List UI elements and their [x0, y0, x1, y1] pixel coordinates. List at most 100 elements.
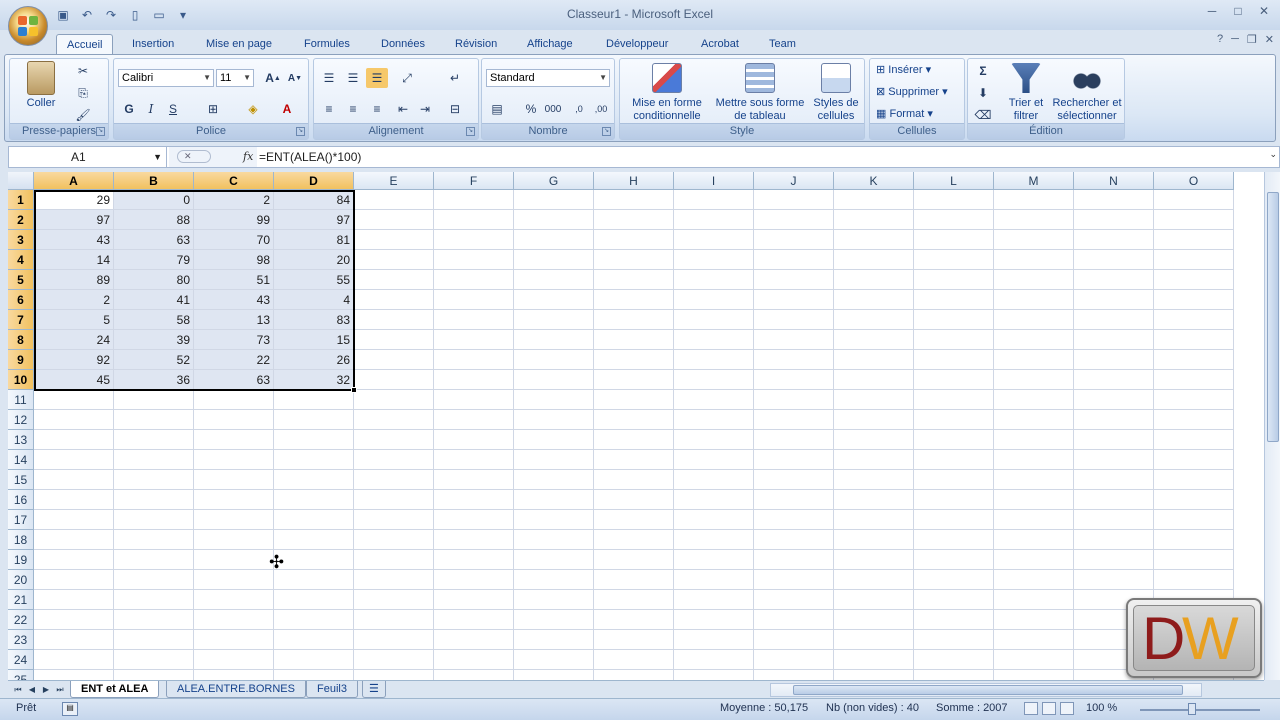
column-header[interactable]: C	[194, 172, 274, 190]
cell-F1[interactable]	[434, 190, 514, 210]
zoom-level[interactable]: 100 %	[1086, 702, 1117, 714]
cell-F23[interactable]	[434, 630, 514, 650]
cell-D3[interactable]: 81	[274, 230, 354, 250]
cell-H20[interactable]	[594, 570, 674, 590]
cell-F13[interactable]	[434, 430, 514, 450]
increase-decimal-icon[interactable]: ,0	[568, 99, 590, 119]
cell-I16[interactable]	[674, 490, 754, 510]
cell-E5[interactable]	[354, 270, 434, 290]
cell-E22[interactable]	[354, 610, 434, 630]
cell-F17[interactable]	[434, 510, 514, 530]
cell-J17[interactable]	[754, 510, 834, 530]
cell-I10[interactable]	[674, 370, 754, 390]
cell-L20[interactable]	[914, 570, 994, 590]
cell-E11[interactable]	[354, 390, 434, 410]
borders-icon[interactable]: ⊞	[202, 99, 224, 119]
cell-G5[interactable]	[514, 270, 594, 290]
column-header[interactable]: M	[994, 172, 1074, 190]
cell-D22[interactable]	[274, 610, 354, 630]
cell-G15[interactable]	[514, 470, 594, 490]
cell-K8[interactable]	[834, 330, 914, 350]
row-header[interactable]: 16	[8, 490, 34, 510]
cell-K17[interactable]	[834, 510, 914, 530]
cell-J4[interactable]	[754, 250, 834, 270]
cell-M23[interactable]	[994, 630, 1074, 650]
cell-H10[interactable]	[594, 370, 674, 390]
cell-M16[interactable]	[994, 490, 1074, 510]
cell-G8[interactable]	[514, 330, 594, 350]
cell-M19[interactable]	[994, 550, 1074, 570]
cell-M12[interactable]	[994, 410, 1074, 430]
cell-B12[interactable]	[114, 410, 194, 430]
column-header[interactable]: N	[1074, 172, 1154, 190]
cell-I15[interactable]	[674, 470, 754, 490]
cell-O9[interactable]	[1154, 350, 1234, 370]
cell-B6[interactable]: 41	[114, 290, 194, 310]
cell-F2[interactable]	[434, 210, 514, 230]
align-left-icon[interactable]: ≡	[318, 99, 340, 119]
row-header[interactable]: 7	[8, 310, 34, 330]
cell-C17[interactable]	[194, 510, 274, 530]
cell-L9[interactable]	[914, 350, 994, 370]
cell-E14[interactable]	[354, 450, 434, 470]
cell-L23[interactable]	[914, 630, 994, 650]
cell-F24[interactable]	[434, 650, 514, 670]
cell-D7[interactable]: 83	[274, 310, 354, 330]
cell-F15[interactable]	[434, 470, 514, 490]
cell-J9[interactable]	[754, 350, 834, 370]
cell-H25[interactable]	[594, 670, 674, 680]
cell-N14[interactable]	[1074, 450, 1154, 470]
cell-A9[interactable]: 92	[34, 350, 114, 370]
orientation-icon[interactable]: ⤢	[396, 68, 418, 88]
cell-M24[interactable]	[994, 650, 1074, 670]
cell-N11[interactable]	[1074, 390, 1154, 410]
cell-N3[interactable]	[1074, 230, 1154, 250]
cell-K11[interactable]	[834, 390, 914, 410]
cell-L22[interactable]	[914, 610, 994, 630]
autosum-icon[interactable]: Σ	[972, 61, 994, 81]
paste-button[interactable]: Coller	[18, 61, 64, 110]
cell-O2[interactable]	[1154, 210, 1234, 230]
font-color-icon[interactable]: A	[276, 99, 298, 119]
cell-G4[interactable]	[514, 250, 594, 270]
column-header[interactable]: I	[674, 172, 754, 190]
cell-G10[interactable]	[514, 370, 594, 390]
cell-A14[interactable]	[34, 450, 114, 470]
cell-D11[interactable]	[274, 390, 354, 410]
cell-A21[interactable]	[34, 590, 114, 610]
font-size-combo[interactable]: 11 ▼	[216, 69, 254, 87]
grow-font-icon[interactable]: A ▲	[262, 68, 284, 88]
dialog-launcher-icon[interactable]: ↘	[466, 127, 475, 136]
cell-B10[interactable]: 36	[114, 370, 194, 390]
cell-J3[interactable]	[754, 230, 834, 250]
cell-A7[interactable]: 5	[34, 310, 114, 330]
cell-D12[interactable]	[274, 410, 354, 430]
tab-developpeur[interactable]: Développeur	[596, 34, 678, 54]
cell-M11[interactable]	[994, 390, 1074, 410]
cell-O17[interactable]	[1154, 510, 1234, 530]
cell-I1[interactable]	[674, 190, 754, 210]
cell-D23[interactable]	[274, 630, 354, 650]
cell-M21[interactable]	[994, 590, 1074, 610]
align-right-icon[interactable]: ≡	[366, 99, 388, 119]
tab-acrobat[interactable]: Acrobat	[691, 34, 749, 54]
cell-E10[interactable]	[354, 370, 434, 390]
cell-A1[interactable]: 29	[34, 190, 114, 210]
cell-M6[interactable]	[994, 290, 1074, 310]
cell-I18[interactable]	[674, 530, 754, 550]
shrink-font-icon[interactable]: A ▼	[284, 68, 306, 88]
cell-G16[interactable]	[514, 490, 594, 510]
cell-I25[interactable]	[674, 670, 754, 680]
cell-N15[interactable]	[1074, 470, 1154, 490]
cell-A25[interactable]	[34, 670, 114, 680]
cell-B11[interactable]	[114, 390, 194, 410]
cell-N4[interactable]	[1074, 250, 1154, 270]
cell-C7[interactable]: 13	[194, 310, 274, 330]
cell-F6[interactable]	[434, 290, 514, 310]
cell-E4[interactable]	[354, 250, 434, 270]
underline-button[interactable]: S	[162, 99, 184, 119]
cell-M3[interactable]	[994, 230, 1074, 250]
cell-F19[interactable]	[434, 550, 514, 570]
cell-O3[interactable]	[1154, 230, 1234, 250]
cell-O12[interactable]	[1154, 410, 1234, 430]
